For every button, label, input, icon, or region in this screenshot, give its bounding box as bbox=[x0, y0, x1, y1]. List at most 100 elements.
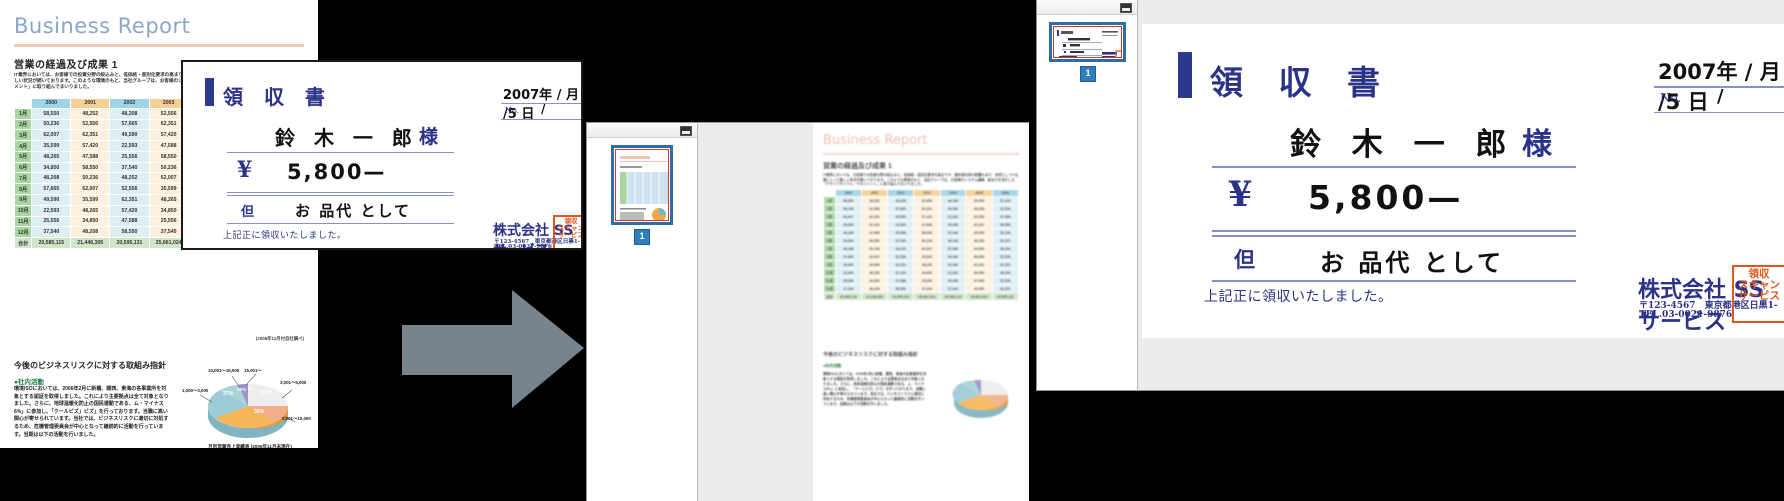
table-cell: 49,590 bbox=[31, 194, 72, 206]
table-row-header: 10月 bbox=[13, 204, 33, 217]
center-page-thumbnail[interactable] bbox=[611, 145, 673, 225]
table-row-header: 9月 bbox=[13, 194, 33, 206]
table-cell: 57,420 bbox=[991, 196, 1020, 205]
payer-honorific: 様 bbox=[1522, 127, 1552, 162]
receipt-title: 領 収 書 bbox=[223, 85, 332, 109]
table-cell: 48,208 bbox=[887, 196, 915, 205]
panel-icon[interactable] bbox=[1120, 3, 1132, 13]
chart-caption: 月別営業売上実績表 (2006年11月末現在) bbox=[208, 444, 292, 448]
center-thumbnail-toolbar[interactable] bbox=[587, 123, 697, 138]
table-cell: 48,252 bbox=[109, 172, 150, 185]
page-title: Business Report bbox=[14, 14, 191, 38]
amount-underline-1 bbox=[1212, 230, 1576, 232]
table-row-header: 5月 bbox=[13, 150, 33, 163]
center-view-pane[interactable]: Business Report 営業の経過及び成果 1 IT業界においては、お客… bbox=[698, 123, 1029, 501]
center-page-canvas: Business Report 営業の経過及び成果 1 IT業界においては、お客… bbox=[813, 123, 1029, 501]
preview-risk-subheading: ●社内活動 bbox=[823, 363, 842, 368]
table-cell: 49,590 bbox=[939, 252, 967, 261]
table-row: 8月57,66562,00752,55635,59949,59058,55052… bbox=[823, 252, 1020, 261]
table-cell: 47,588 bbox=[991, 212, 1020, 221]
table-row-header: 4月 bbox=[13, 140, 33, 152]
right-document-viewer[interactable]: 1 領 収 書 2007年 / 月 /5 日 No. / 鈴 木 一 郎 様 ¥… bbox=[1036, 0, 1784, 391]
stamp-line-3: サービス bbox=[1738, 290, 1780, 303]
purpose-underline bbox=[1212, 280, 1576, 282]
table-cell: 48,265 bbox=[70, 204, 111, 217]
table-cell: 34,850 bbox=[834, 236, 862, 245]
table-cell: 48,252 bbox=[887, 244, 915, 253]
table-cell: 35,599 bbox=[860, 260, 889, 269]
table-cell: 37,540 bbox=[913, 284, 941, 293]
table-cell: 50,236 bbox=[834, 204, 862, 213]
table-cell: 48,265 bbox=[939, 196, 967, 205]
pie-label-5001: 5,001〜10,000 bbox=[282, 416, 311, 421]
receipt-title: 領 収 書 bbox=[1210, 63, 1392, 102]
table-cell: 57,665 bbox=[939, 244, 967, 253]
table-row: 10月22,59348,26557,42034,85022,59358,5504… bbox=[823, 268, 1020, 277]
table-cell: 58,550 bbox=[991, 220, 1020, 229]
table-cell: 58,550 bbox=[860, 236, 889, 245]
center-document-viewer[interactable]: 1 Business Report 営業の経過及び成果 1 IT業界においては、… bbox=[586, 122, 1029, 501]
table-row-header: 11月 bbox=[13, 215, 33, 228]
table-cell: 48,208 bbox=[31, 172, 72, 185]
table-row-header: 1月 bbox=[823, 196, 836, 205]
table-cell: 34,850 bbox=[70, 215, 111, 228]
purpose-value: お 品代 として bbox=[295, 202, 411, 220]
table-cell: 62,007 bbox=[31, 129, 72, 142]
table-row-header: 7月 bbox=[823, 244, 836, 253]
amount-underline-2 bbox=[1212, 235, 1576, 237]
table-cell: 58,550 bbox=[70, 161, 111, 174]
preview-paragraph: IT業界においては、お客様での投資分野の絞込みと、低価格・差別化要求の高まりや、… bbox=[823, 173, 1019, 187]
table-row-header: 10月 bbox=[823, 268, 836, 277]
table-cell: 62,351 bbox=[860, 212, 889, 221]
table-col-header bbox=[823, 189, 836, 197]
receipt-title-bar bbox=[1178, 52, 1192, 98]
payer-name: 鈴 木 一 郎 bbox=[1290, 127, 1517, 163]
table-cell: 25,556 bbox=[939, 220, 967, 229]
table-row: 11月25,55634,85047,58825,55625,55657,6655… bbox=[823, 276, 1020, 285]
right-thumbnail-panel[interactable]: 1 bbox=[1037, 0, 1138, 390]
table-cell: 62,351 bbox=[887, 260, 915, 269]
panel-icon[interactable] bbox=[680, 126, 692, 136]
table-cell: 48,265 bbox=[31, 150, 72, 163]
payer-name: 鈴 木 一 郎 bbox=[275, 126, 418, 150]
table-cell: 35,599 bbox=[965, 196, 993, 205]
preview-heading: 営業の経過及び成果 1 bbox=[823, 163, 892, 170]
table-cell: 52,556 bbox=[109, 183, 150, 196]
table-cell: 49,590 bbox=[109, 129, 150, 142]
table-cell: 62,351 bbox=[913, 204, 941, 213]
table-cell: 48,208 bbox=[939, 236, 967, 245]
svg-text:4%: 4% bbox=[248, 386, 254, 391]
table-cell: 52,556 bbox=[965, 212, 993, 221]
name-underline bbox=[1212, 166, 1576, 168]
table-col-header bbox=[13, 98, 33, 109]
table-col-header: 2006 bbox=[991, 189, 1020, 197]
table-total-cell: 20,595,131 bbox=[109, 237, 150, 249]
table-cell: 62,351 bbox=[965, 260, 993, 269]
currency-symbol: ¥ bbox=[1228, 174, 1253, 215]
center-thumbnail-panel[interactable]: 1 bbox=[587, 123, 698, 501]
center-page-number-badge[interactable]: 1 bbox=[634, 229, 650, 245]
table-cell: 47,588 bbox=[887, 276, 915, 285]
table-cell: 22,593 bbox=[939, 268, 967, 277]
risk-heading: 今後のビジネスリスクに対する取組み指針 bbox=[14, 361, 166, 370]
right-page-thumbnail[interactable] bbox=[1049, 22, 1126, 62]
table-cell: 52,556 bbox=[887, 252, 915, 261]
table-row-header: 9月 bbox=[823, 260, 836, 269]
table-cell: 49,590 bbox=[834, 260, 862, 269]
table-col-header: 2002 bbox=[887, 189, 915, 197]
right-view-pane[interactable]: 領 収 書 2007年 / 月 /5 日 No. / 鈴 木 一 郎 様 ¥ 5… bbox=[1138, 0, 1784, 390]
table-cell: 62,007 bbox=[860, 252, 889, 261]
table-col-header: 2001 bbox=[70, 98, 111, 109]
table-cell: 22,593 bbox=[887, 220, 915, 229]
table-col-header: 2001 bbox=[860, 189, 889, 197]
table-cell: 48,265 bbox=[965, 236, 993, 245]
table-row-header: 2月 bbox=[13, 118, 33, 131]
table-cell: 48,265 bbox=[860, 268, 889, 277]
table-row: 6月34,85058,55037,54050,23648,20848,26562… bbox=[823, 236, 1020, 245]
table-total-cell: 20,585,115 bbox=[31, 237, 72, 249]
stamp-line-3: サービス bbox=[558, 230, 583, 239]
right-page-number-badge[interactable]: 1 bbox=[1080, 66, 1096, 82]
table-cell: 62,007 bbox=[991, 236, 1020, 245]
right-thumbnail-toolbar[interactable] bbox=[1037, 0, 1137, 15]
table-cell: 37,540 bbox=[109, 161, 150, 174]
